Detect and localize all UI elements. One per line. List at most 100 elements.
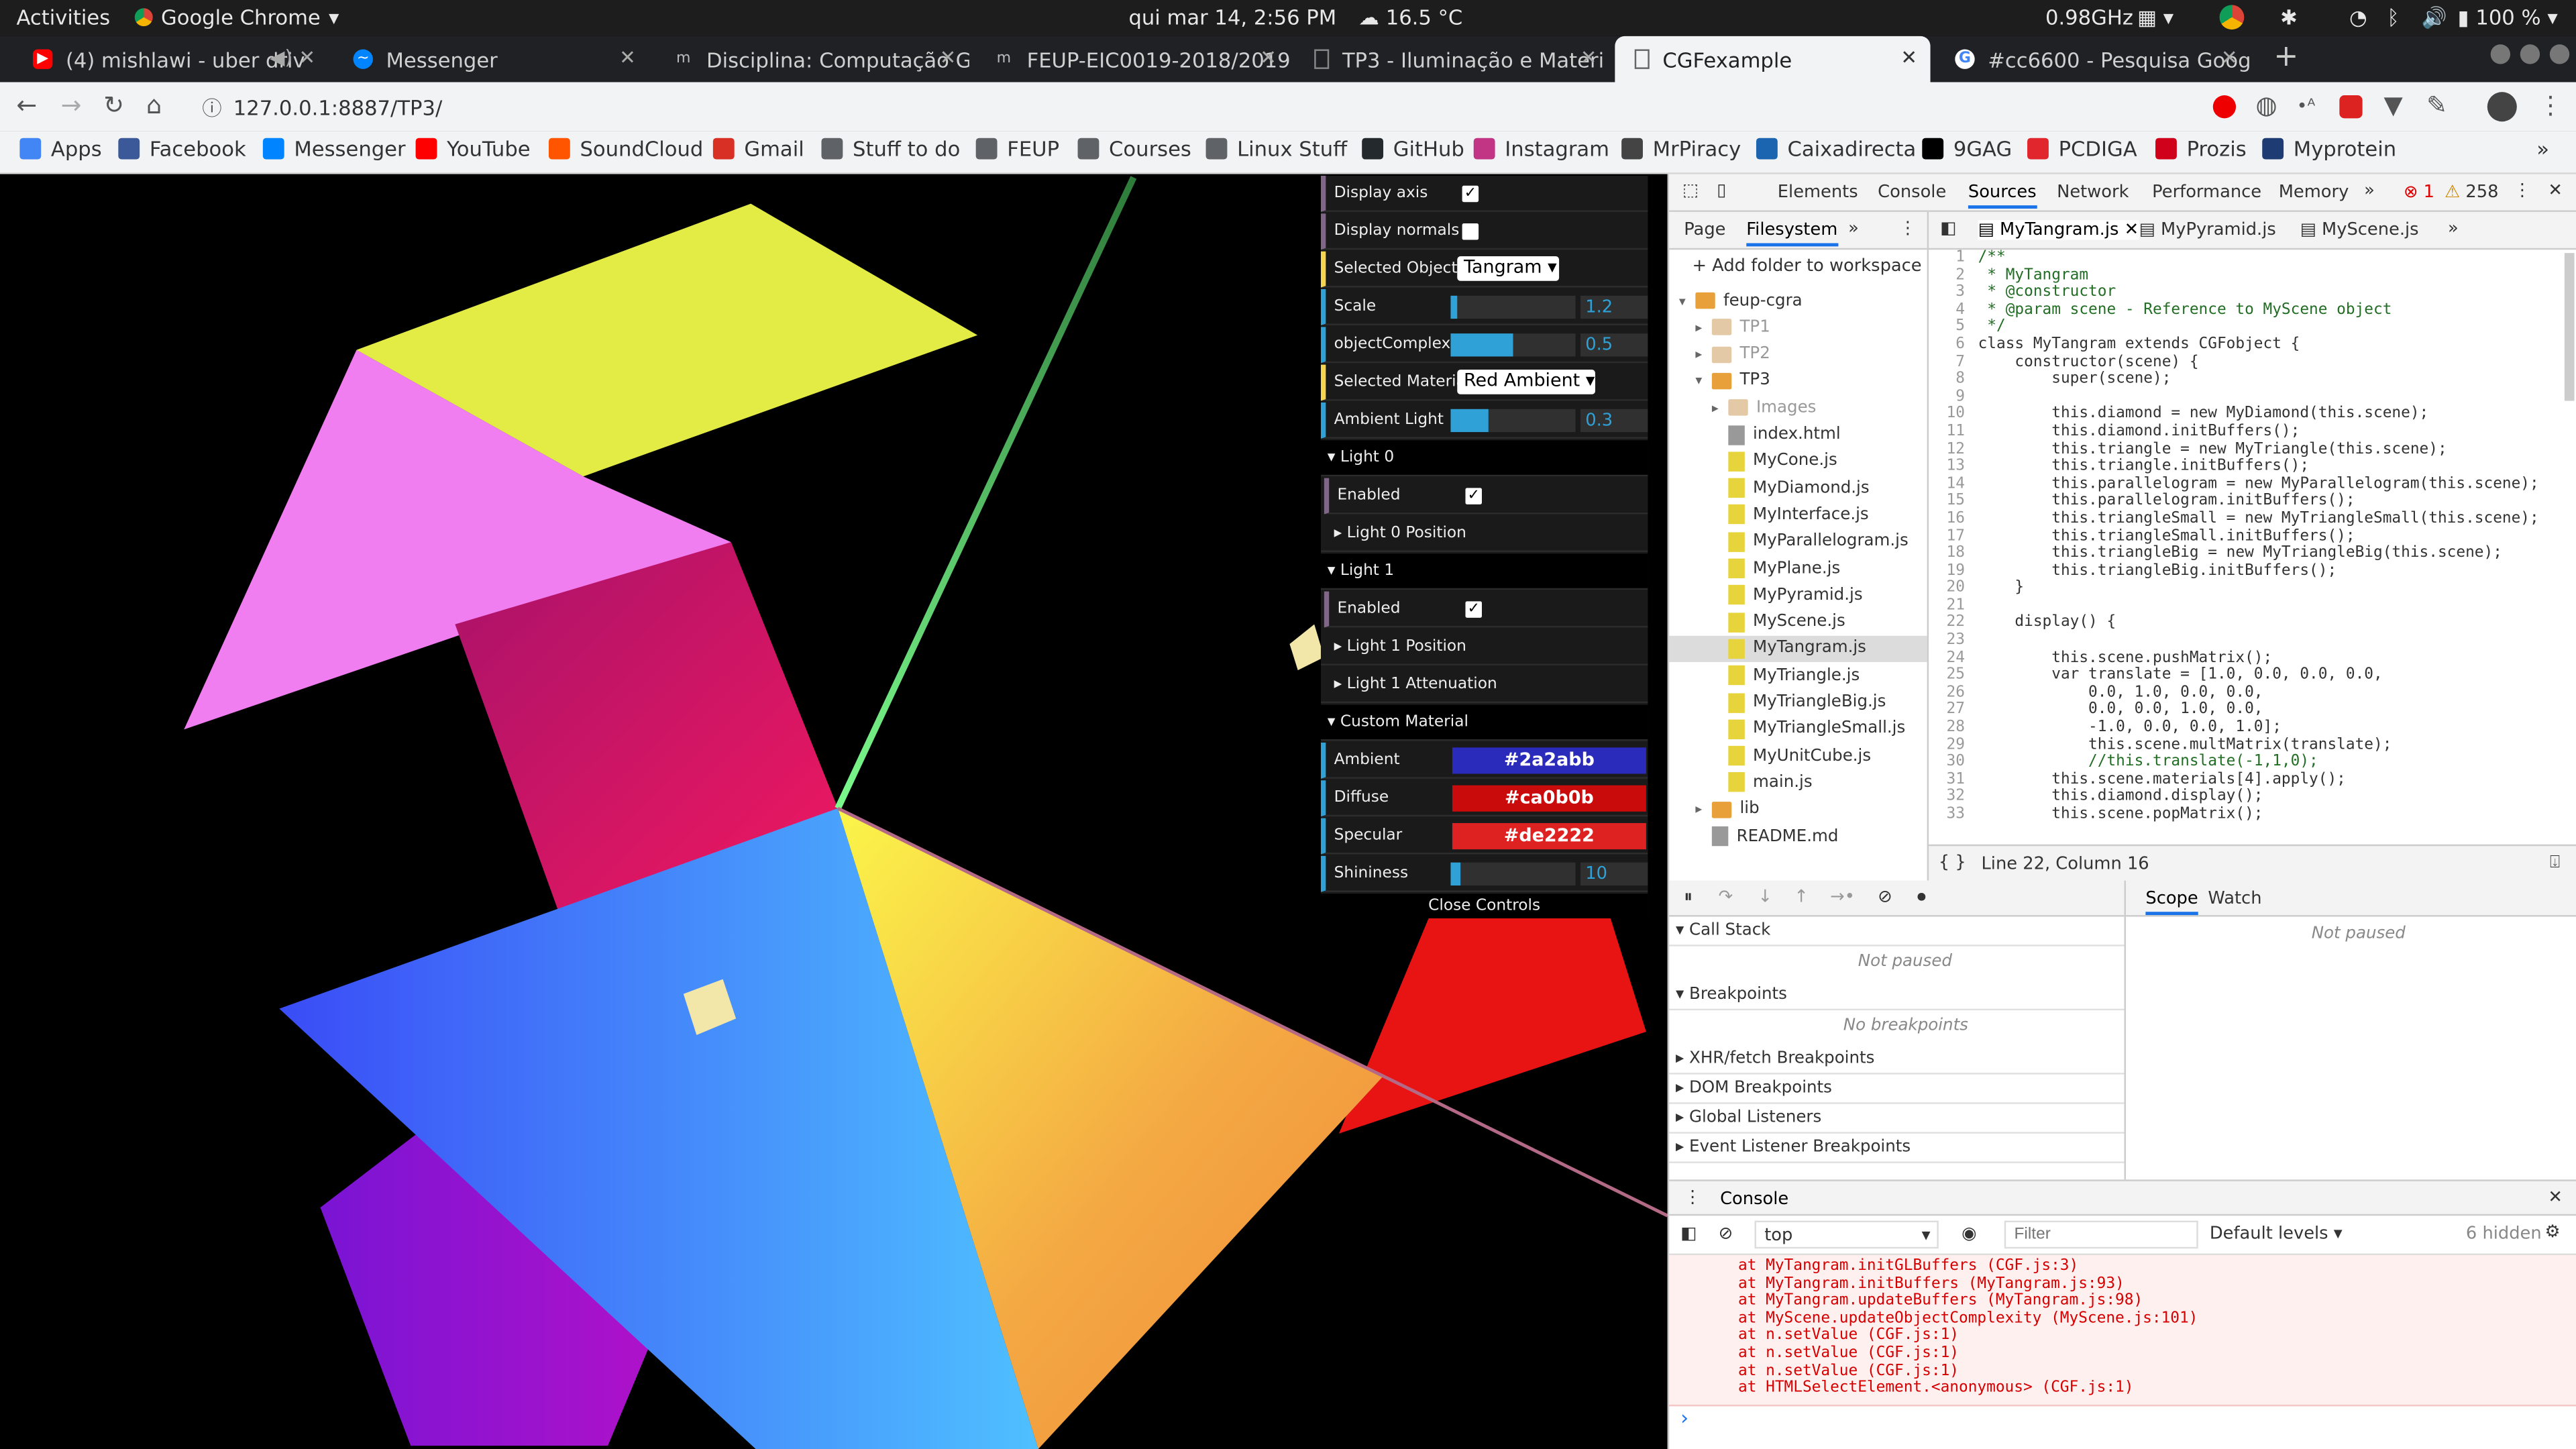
display-axis-checkbox[interactable]: ✓ [1462,185,1479,203]
stack-frame[interactable]: at n.setValue (CGF.js:1) [1738,1362,2576,1381]
cpu-frequency[interactable]: 0.98GHz [2045,5,2133,30]
close-tab-icon[interactable]: ✕ [1580,46,1597,69]
call-stack-header[interactable]: ▾ Call Stack [1669,917,2125,947]
bookmark-courses[interactable]: Courses [1077,136,1191,161]
light-1-folder[interactable]: ▾ Light 1 [1320,553,1648,590]
tree-item[interactable]: ▸ TP2 [1669,341,1927,367]
step-over-icon[interactable]: ↷ [1719,887,1733,906]
tree-item[interactable]: index.html [1669,421,1927,447]
pause-on-exceptions-icon[interactable]: ⏺ [1917,887,1926,908]
battery-indicator[interactable]: ▮ 100 % ▾ [2458,5,2558,30]
close-tab-icon[interactable]: ✕ [940,46,957,69]
avatar[interactable] [2487,92,2517,122]
info-icon[interactable]: ⓘ [202,94,221,122]
eye-icon[interactable]: ◉ [1962,1224,1976,1243]
specular-color-input[interactable]: #de2222 [1452,822,1646,850]
close-controls-button[interactable]: Close Controls [1320,894,1648,918]
nav-tab-page[interactable]: Page [1684,220,1725,239]
speaker-icon[interactable]: ◀) [270,46,292,69]
opera-adblock-icon[interactable] [2212,95,2237,119]
tab-network[interactable]: Network [2057,182,2129,202]
tab-feup[interactable]: ⅿ FEUP-EIC0019-2018/2019 ✕ [974,36,1290,83]
pretty-print-icon[interactable]: { } [1939,853,1966,872]
vpn-icon[interactable]: ▼ [2383,91,2402,120]
console-prompt[interactable]: › [1680,1406,1688,1429]
light-1-attenuation-folder[interactable]: ▸ Light 1 Attenuation [1320,667,1648,704]
close-tab-icon[interactable]: ✕ [299,46,316,69]
log-levels-select[interactable]: Default levels ▾ [2210,1224,2343,1243]
toggle-navigator-icon[interactable]: ◧ [1940,219,1956,238]
step-icon[interactable]: →• [1830,887,1855,906]
tab-elements[interactable]: Elements [1778,182,1858,202]
shininess-slider[interactable] [1450,862,1576,886]
console-filter-input[interactable] [2004,1220,2198,1249]
close-tab-icon[interactable]: ✕ [2221,46,2238,69]
reload-icon[interactable]: ↻ [103,91,124,120]
console-sidebar-icon[interactable]: ◧ [1680,1224,1697,1243]
more-tabs-icon[interactable]: » [2364,180,2375,200]
bookmark-linux-stuff[interactable]: Linux Stuff [1205,136,1347,161]
stack-frame[interactable]: at MyTangram.initBuffers (MyTangram.js:9… [1738,1275,2576,1293]
ambient-light-slider[interactable] [1450,409,1576,433]
light-0-position-folder[interactable]: ▸ Light 0 Position [1320,515,1648,552]
stack-frame[interactable]: at MyTangram.initGLBuffers (CGF.js:3) [1738,1257,2576,1276]
tree-item[interactable]: MyCone.js [1669,448,1927,474]
xhr-breakpoints-header[interactable]: ▸ XHR/fetch Breakpoints [1669,1045,2125,1075]
dom-breakpoints-header[interactable]: ▸ DOM Breakpoints [1669,1075,2125,1104]
tab-messenger[interactable]: ~ Messenger ✕ [333,36,649,83]
tab-console[interactable]: Console [1878,182,1946,202]
tree-item[interactable]: ▾ TP3 [1669,368,1927,394]
extension-red-icon[interactable] [2339,95,2363,119]
menu-kebab-icon[interactable]: ⋮ [2538,91,2563,120]
stack-frame[interactable]: at MyTangram.updateBuffers (MyTangram.js… [1738,1292,2576,1311]
tree-item[interactable]: MyTriangle.js [1669,662,1927,688]
extension-translate-icon[interactable]: •ᴬ [2297,95,2316,117]
bookmark-myprotein[interactable]: Myprotein [2262,136,2396,161]
back-icon[interactable]: ← [16,91,37,120]
extension-feather-icon[interactable]: ✎ [2426,91,2447,120]
tree-item[interactable]: MyParallelogram.js [1669,529,1927,555]
tree-item[interactable]: MyDiamond.js [1669,475,1927,501]
stack-frame[interactable]: at n.setValue (CGF.js:1) [1738,1344,2576,1363]
stack-frame[interactable]: at n.setValue (CGF.js:1) [1738,1327,2576,1346]
stack-frame[interactable]: at MyScene.updateObjectComplexity (MySce… [1738,1309,2576,1328]
activities-button[interactable]: Activities [16,5,110,30]
device-toolbar-icon[interactable]: ▯ [1717,180,1726,200]
object-complexity-input[interactable]: 0.5 [1580,333,1648,357]
app-menu[interactable]: Google Chrome ▾ [134,5,339,30]
chrome-tray-icon[interactable] [2219,5,2245,30]
more-tabs-icon[interactable]: » [1848,219,1859,238]
light-1-enabled-checkbox[interactable]: ✓ [1465,601,1482,618]
bookmark-caixadirecta[interactable]: Caixadirecta [1756,136,1916,161]
bookmark-apps[interactable]: Apps [19,136,102,161]
tab-tp3[interactable]: TP3 - Iluminação e Materi ✕ [1295,36,1610,83]
close-window-button[interactable] [2549,44,2570,64]
tree-item[interactable]: MyTangram.js [1669,635,1927,662]
add-folder-button[interactable]: + Add folder to workspace [1692,256,1921,276]
bookmark-prozis[interactable]: Prozis [2155,136,2247,161]
deactivate-breakpoints-icon[interactable]: ⊘ [1878,887,1892,906]
tree-item[interactable]: MyTriangleBig.js [1669,689,1927,715]
bookmark-soundcloud[interactable]: SoundCloud [548,136,703,161]
editor-tab-mytangram[interactable]: ▤ MyTangram.js ✕ [1978,220,2139,240]
code-editor[interactable]: 1/** 2 * MyTangram 3 * @constructor 4 * @pa… [1927,250,2576,845]
light-0-folder[interactable]: ▾ Light 0 [1320,440,1648,477]
maximize-button[interactable] [2520,44,2540,64]
navigator-menu-icon[interactable]: ⋮ [1899,219,1917,238]
tab-performance[interactable]: Performance [2152,182,2261,202]
tree-item[interactable]: README.md [1669,823,1927,849]
bookmark-stuff-to-do[interactable]: Stuff to do [821,136,960,161]
coverage-icon[interactable]: ⍗ [2550,853,2560,874]
drawer-menu-icon[interactable]: ⋮ [1684,1188,1701,1208]
close-drawer-icon[interactable]: ✕ [2548,1188,2563,1208]
light-1-position-folder[interactable]: ▸ Light 1 Position [1320,629,1648,665]
tree-item[interactable]: main.js [1669,769,1927,796]
volume-icon[interactable]: 🔊 [2422,5,2447,31]
scale-input[interactable]: 1.2 [1580,295,1648,319]
tree-item[interactable]: MyTriangleSmall.js [1669,716,1927,742]
tree-item[interactable]: ▸ TP1 [1669,314,1927,340]
bookmark-github[interactable]: GitHub [1362,136,1464,161]
editor-tab-mypyramid[interactable]: ▤ MyPyramid.js [2139,220,2276,239]
custom-material-folder[interactable]: ▾ Custom Material [1320,704,1648,741]
inspect-icon[interactable]: ⬚ [1682,180,1699,200]
